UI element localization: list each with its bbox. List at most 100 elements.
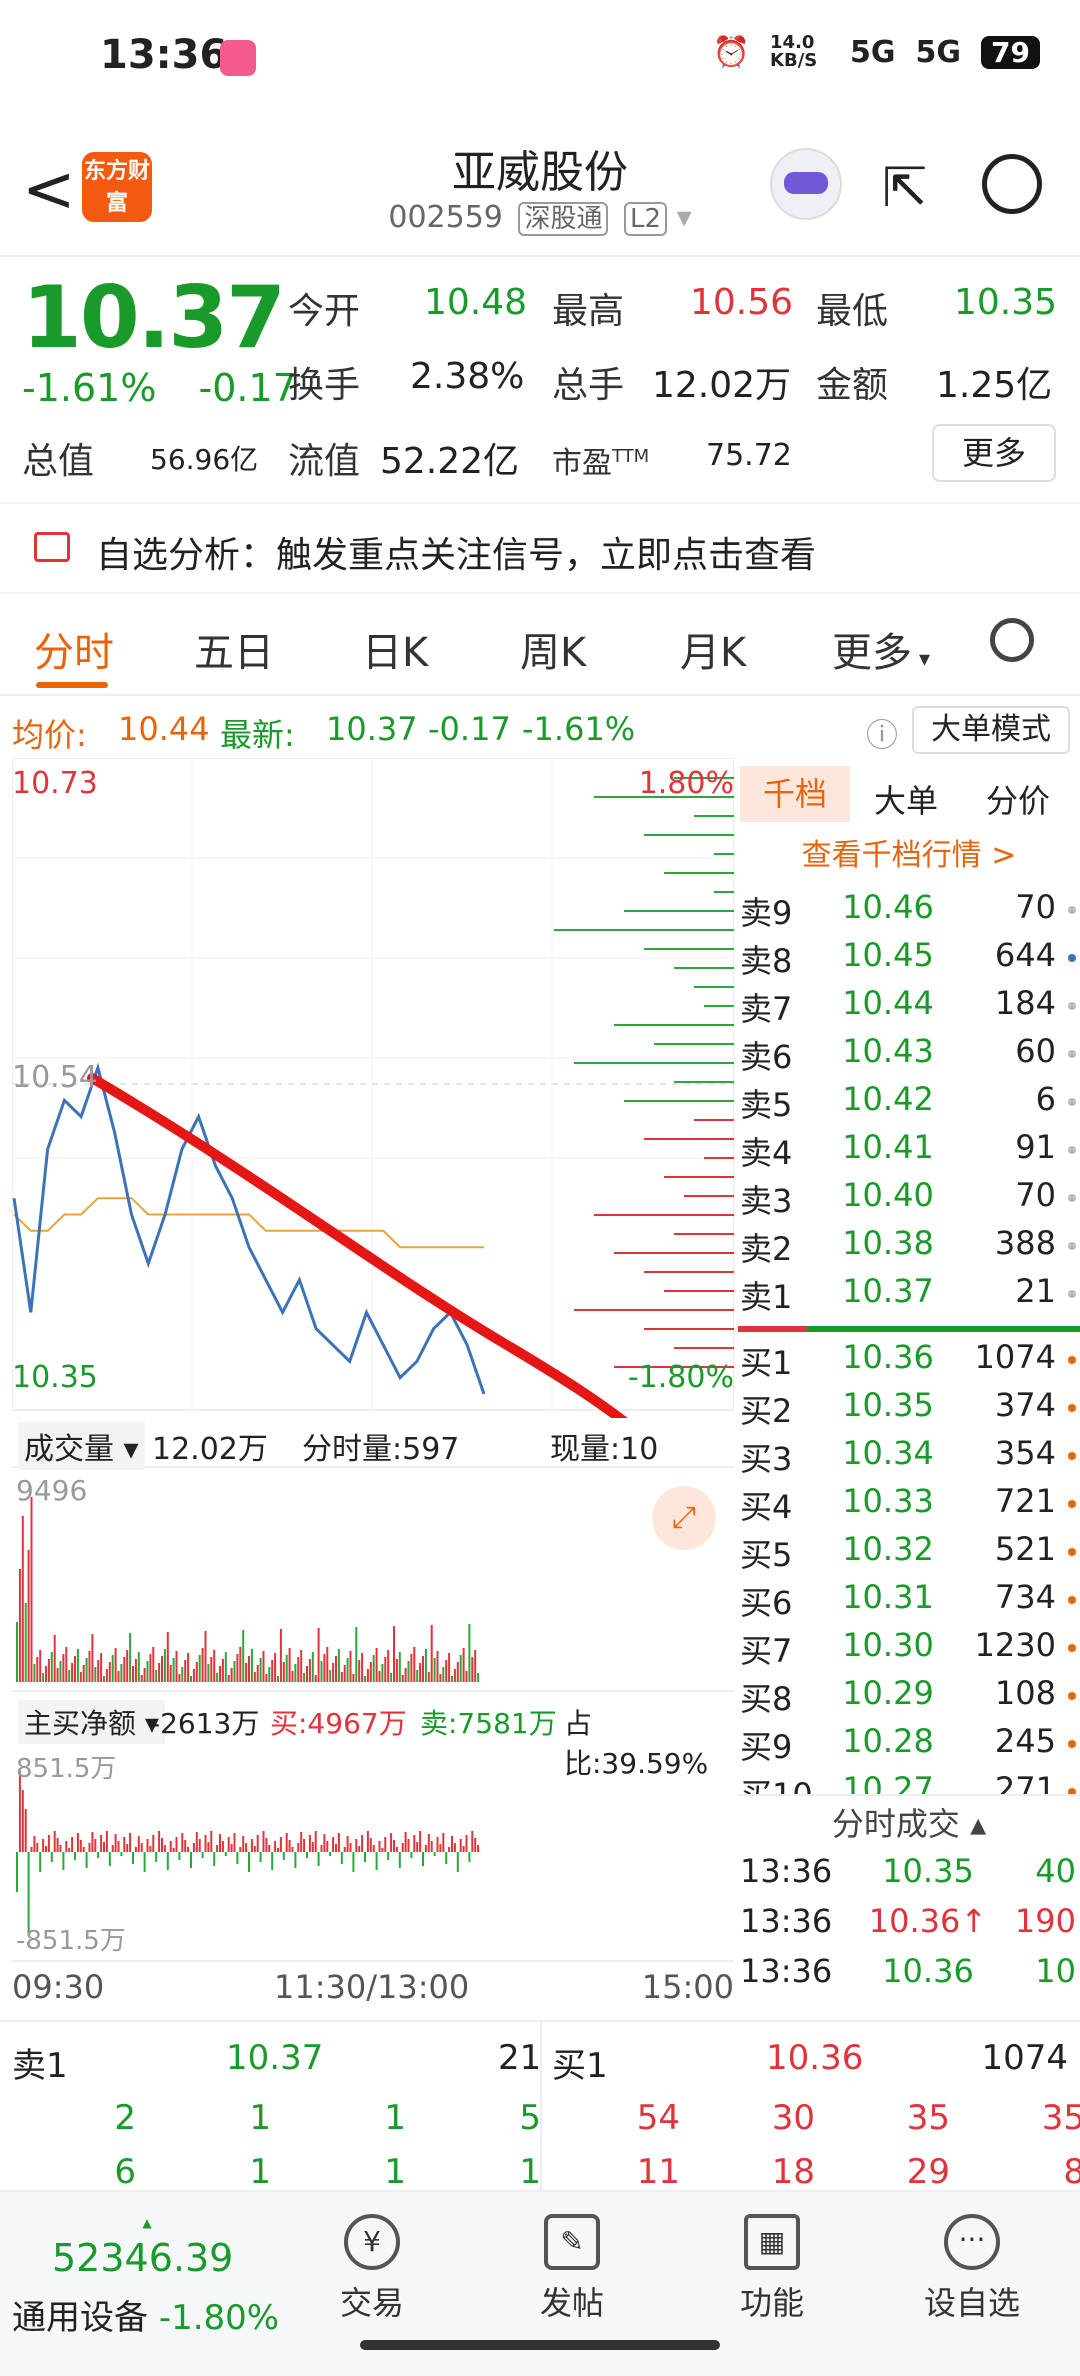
volume-bar <box>242 1630 245 1682</box>
flow-bar <box>42 1839 45 1852</box>
ask-price: 10.44 <box>842 984 934 1022</box>
volume-bar <box>352 1674 355 1682</box>
flow-bar <box>407 1839 410 1852</box>
bid-row[interactable]: 买10 10.27 271 <box>738 1770 1080 1794</box>
flow-bar <box>401 1843 404 1852</box>
ask-row[interactable]: 卖9 10.46 70 <box>738 888 1080 936</box>
bid-row[interactable]: 买2 10.35 374 <box>738 1386 1080 1434</box>
more-button[interactable]: 更多 <box>932 424 1056 482</box>
chart-icon <box>34 532 70 562</box>
search-icon[interactable] <box>982 154 1042 214</box>
tab-weekly[interactable]: 周K <box>520 620 586 678</box>
trade-time: 13:36 <box>740 1902 833 1940</box>
expand-icon[interactable]: ⤢ <box>652 1486 716 1550</box>
order-dot-icon <box>1068 1404 1076 1412</box>
home-indicator[interactable] <box>360 2340 720 2350</box>
bid-row[interactable]: 买8 10.29 108 <box>738 1674 1080 1722</box>
bid-row[interactable]: 买6 10.31 734 <box>738 1578 1080 1626</box>
nav-add-favorite[interactable]: ··· 设自选 <box>912 2214 1032 2324</box>
bid-level: 买3 <box>740 1440 793 1478</box>
ask-row[interactable]: 卖1 10.37 21 <box>738 1272 1080 1320</box>
ask-row[interactable]: 卖6 10.43 60 <box>738 1032 1080 1080</box>
analysis-banner[interactable]: 自选分析：触发重点关注信号，立即点击查看 <box>0 502 1080 594</box>
gear-icon[interactable] <box>990 618 1034 662</box>
bid-row[interactable]: 买4 10.33 721 <box>738 1482 1080 1530</box>
nav-post[interactable]: ✎ 发帖 <box>512 2214 632 2324</box>
volume-bar <box>114 1648 117 1682</box>
bid-volume: 734 <box>994 1578 1056 1616</box>
volume-bar <box>474 1650 477 1682</box>
sector-name: 通用设备 <box>12 2298 148 2338</box>
flow-bar <box>21 1790 24 1852</box>
bid-row[interactable]: 买7 10.30 1230 <box>738 1626 1080 1674</box>
buy-flow: 买:4967万 <box>270 1707 407 1740</box>
ask-row[interactable]: 卖7 10.44 184 <box>738 984 1080 1032</box>
flow-bar <box>108 1852 111 1866</box>
intraday-chart[interactable]: 10.73 10.54 10.35 1.80% -1.80% <box>12 758 734 1418</box>
bid-row[interactable]: 买9 10.28 245 <box>738 1722 1080 1770</box>
flow-bar <box>155 1852 158 1862</box>
flow-bar <box>184 1840 187 1852</box>
flow-bar <box>91 1832 94 1852</box>
bid-row[interactable]: 买3 10.34 354 <box>738 1434 1080 1482</box>
volume-bar <box>230 1668 233 1682</box>
nav-function[interactable]: ▦ 功能 <box>712 2214 832 2324</box>
flow-bar <box>300 1832 303 1852</box>
volume-bar <box>372 1655 375 1682</box>
nav-trade[interactable]: ¥ 交易 <box>312 2214 432 2324</box>
ask-volume: 644 <box>994 936 1056 974</box>
tab-price-dist[interactable]: 分价 <box>986 776 1050 822</box>
big-order-mode-button[interactable]: 大单模式 <box>912 706 1070 754</box>
sell-flow: 卖:7581万 <box>420 1707 557 1740</box>
tab-more[interactable]: 更多 ▾ <box>832 620 930 678</box>
volume-bar <box>395 1659 398 1682</box>
volume-selector[interactable]: 成交量 ▾ <box>18 1422 145 1470</box>
status-right: ⏰ 14.0 KB/S 5G 5G 79 <box>713 34 1040 70</box>
bid-volume: 108 <box>994 1674 1056 1712</box>
flow-bar <box>474 1838 477 1852</box>
flow-bar <box>433 1852 436 1856</box>
ask-row[interactable]: 卖8 10.45 644 <box>738 936 1080 984</box>
flow-bar <box>175 1837 178 1852</box>
avg-label: 均价: <box>12 716 87 754</box>
ask-row[interactable]: 卖3 10.40 70 <box>738 1176 1080 1224</box>
volume-bar <box>369 1662 372 1682</box>
volume-bar <box>47 1659 50 1682</box>
sector-index-value[interactable]: 52346.39 <box>52 2236 233 2280</box>
flow-bar <box>343 1847 346 1852</box>
tab-daily[interactable]: 日K <box>362 620 428 678</box>
order-dot-icon <box>1068 1692 1076 1700</box>
bid-volume: 271 <box>994 1770 1056 1794</box>
share-icon[interactable]: ⇱ <box>882 156 927 219</box>
more-dots-icon: ··· <box>944 2214 1000 2270</box>
bid-row[interactable]: 买5 10.32 521 <box>738 1530 1080 1578</box>
trades-title[interactable]: 分时成交 ▴ <box>738 1794 1080 1852</box>
tab-5day[interactable]: 五日 <box>194 620 274 678</box>
ask-row[interactable]: 卖2 10.38 388 <box>738 1224 1080 1272</box>
tab-depth[interactable]: 千档 <box>740 766 850 822</box>
flow-bar <box>161 1838 163 1852</box>
ask-row[interactable]: 卖4 10.41 91 <box>738 1128 1080 1176</box>
help-icon[interactable]: ⓘ <box>866 710 898 756</box>
trade-price: 10.36 <box>882 1952 974 1990</box>
flow-bar <box>303 1839 306 1852</box>
bid-row[interactable]: 买1 10.36 1074 <box>738 1338 1080 1386</box>
nav-up-chevron[interactable]: ▲ <box>12 2216 282 2230</box>
flow-bar <box>204 1835 207 1852</box>
flow-bar <box>169 1841 172 1852</box>
tab-big-order[interactable]: 大单 <box>874 776 938 822</box>
sector-index-row[interactable]: 通用设备 -1.80% <box>12 2290 279 2339</box>
assistant-avatar[interactable] <box>770 148 842 220</box>
depth-link[interactable]: 查看千档行情 > <box>738 830 1080 888</box>
trade-volume: 10 <box>1035 1952 1076 1990</box>
bid-price: 10.34 <box>842 1434 934 1472</box>
ask-row[interactable]: 卖5 10.42 6 <box>738 1080 1080 1128</box>
volume-bar <box>187 1653 190 1682</box>
flow-bar <box>308 1835 311 1852</box>
tab-intraday[interactable]: 分时 <box>34 620 114 678</box>
mktcap-value: 56.96亿 <box>150 443 259 476</box>
tab-monthly[interactable]: 月K <box>680 620 746 678</box>
order-dot-icon <box>1068 1242 1076 1250</box>
flow-bar <box>288 1840 291 1852</box>
flow-selector[interactable]: 主买净额 ▾ <box>18 1700 165 1744</box>
